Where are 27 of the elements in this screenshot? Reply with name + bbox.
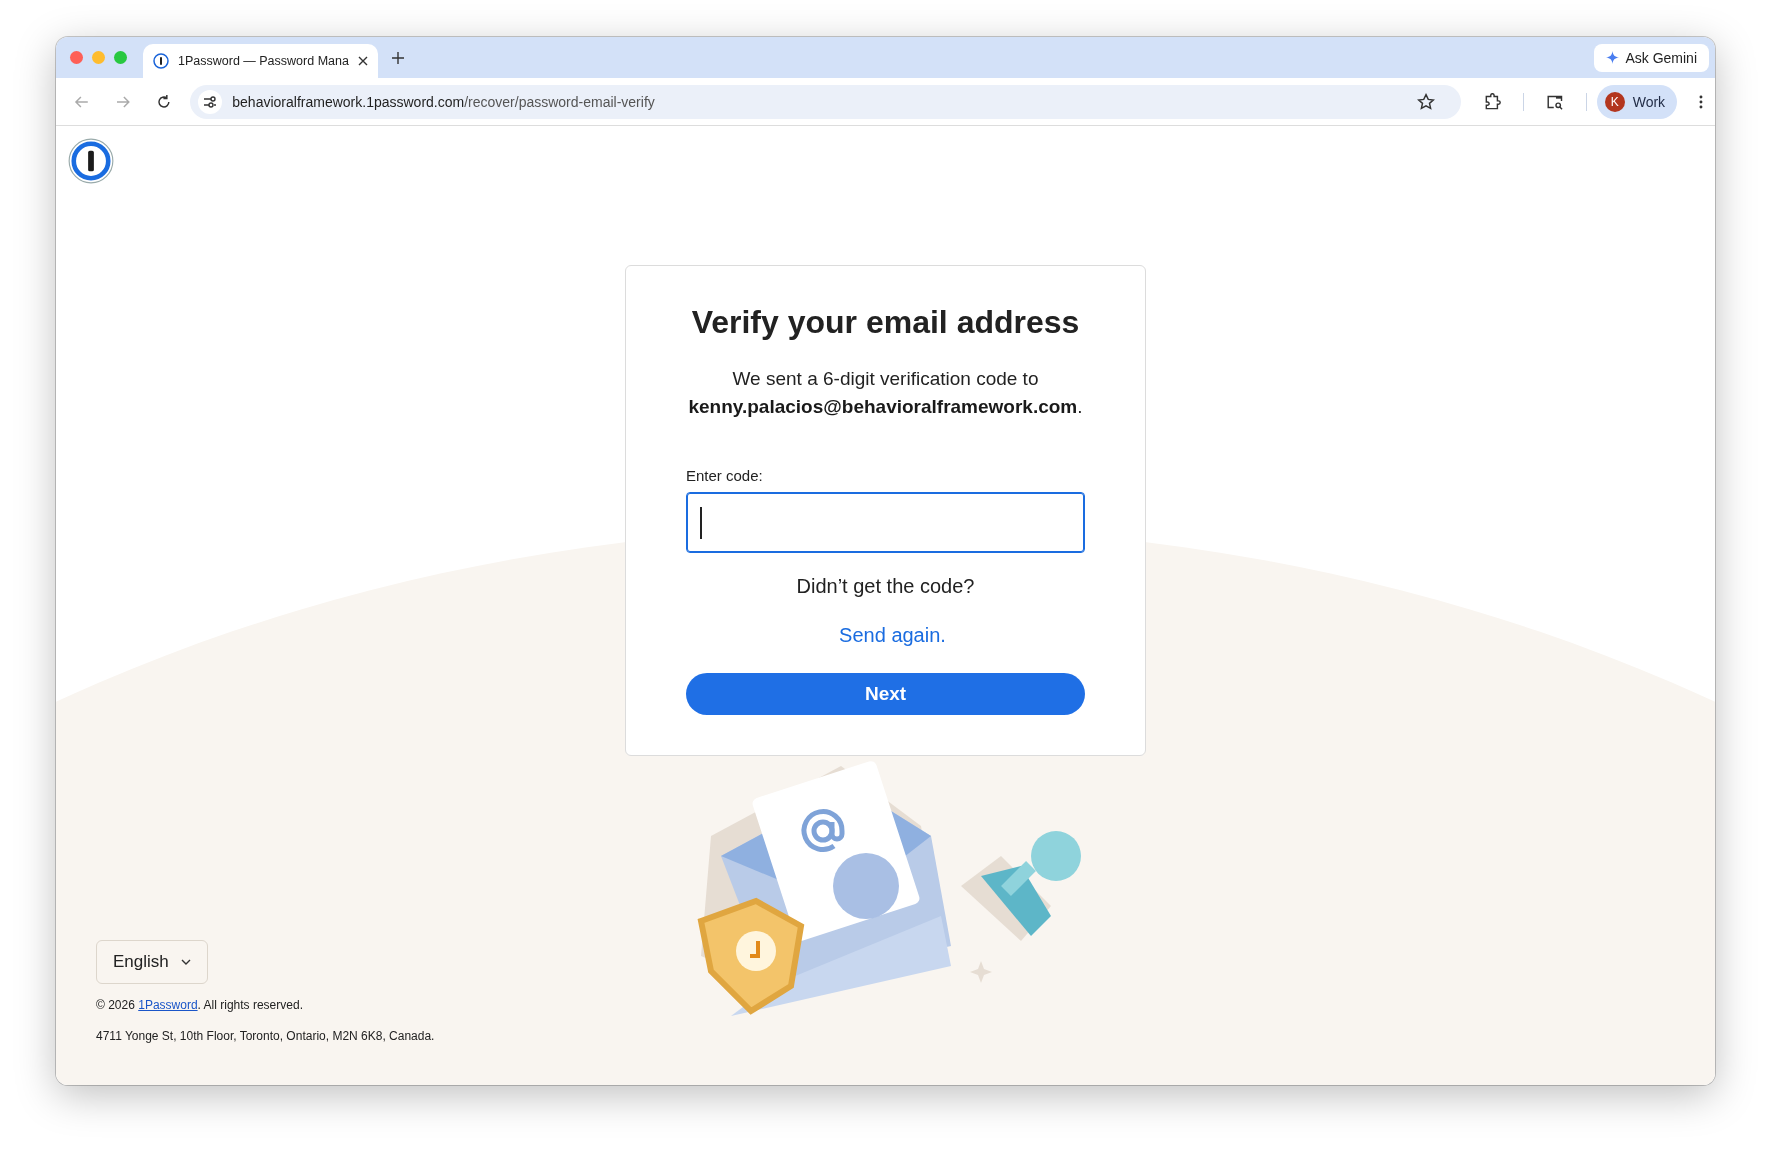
company-link[interactable]: 1Password <box>138 998 198 1012</box>
address-text: 4711 Yonge St, 10th Floor, Toronto, Ontario, M2N 6K8, Canada. <box>96 1029 435 1043</box>
profile-button[interactable]: K Work <box>1596 84 1678 119</box>
address-bar[interactable]: behavioralframework.1password.com/recover/password-email-verify <box>190 84 1462 119</box>
site-settings-icon[interactable] <box>198 89 223 114</box>
card-title: Verify your email address <box>690 304 1081 341</box>
field-label: Enter code: <box>686 467 764 484</box>
copyright-text: © 2026 1Password. All rights reserved. <box>96 998 304 1012</box>
code-input-field[interactable] <box>686 492 1085 553</box>
menu-icon[interactable] <box>1699 93 1704 110</box>
reload-icon[interactable] <box>155 93 172 110</box>
send-again-link[interactable]: Send again. <box>839 624 946 647</box>
extensions-puzzle-icon[interactable] <box>1483 92 1501 111</box>
logo-icon[interactable] <box>68 138 114 184</box>
resend-prompt: Didn’t get the code? <box>795 575 976 598</box>
sparkle-icon <box>1606 51 1620 64</box>
language-select[interactable]: English <box>96 940 208 984</box>
chevron-down-icon <box>180 959 191 965</box>
browser-tab[interactable]: 1Password — Password Mana <box>143 44 378 78</box>
new-tab-icon[interactable] <box>391 51 404 64</box>
ask-button[interactable]: Ask Gemini <box>1594 43 1709 72</box>
logo-icon <box>153 53 169 69</box>
url-text: behavioralframework.1password.com/recover/password-email-verify <box>232 93 655 110</box>
bookmark-star-icon[interactable] <box>1417 92 1436 111</box>
close-tab-icon[interactable] <box>357 56 368 66</box>
verification-message: We sent a 6-digit verification code to kenny.palacios@behavioralframework.com. <box>687 367 1084 419</box>
next-button[interactable]: Next <box>686 673 1085 715</box>
